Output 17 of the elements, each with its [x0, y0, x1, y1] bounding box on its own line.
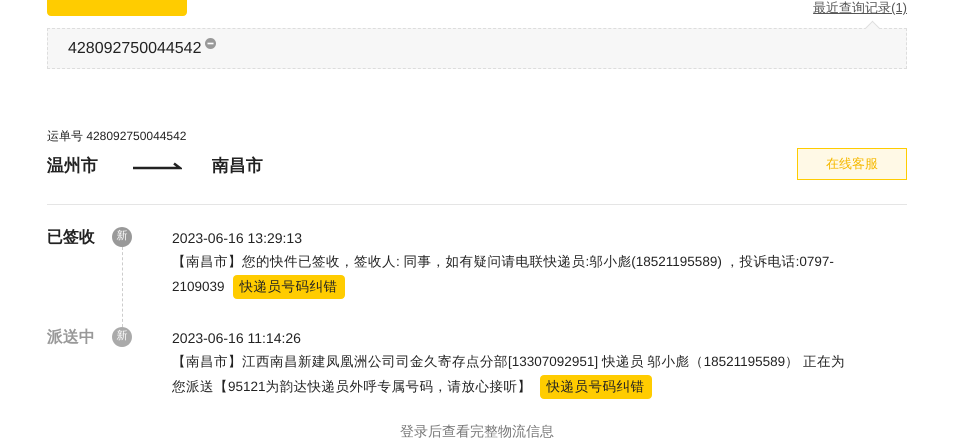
status-label: 已签收 — [47, 228, 96, 248]
destination-city: 南昌市 — [212, 155, 263, 177]
tracking-number: 428092750044542 — [68, 38, 202, 58]
remove-icon[interactable] — [205, 38, 216, 49]
new-badge: 新 — [112, 326, 132, 346]
status-label: 派送中 — [47, 328, 96, 348]
new-badge: 新 — [112, 226, 132, 246]
event-description: 【南昌市】您的快件已签收，签收人: 同事，如有疑问请电联快递员:邬小彪(18521195589) ，投诉电话:0797-2109039 快递员号码纠错 — [172, 248, 856, 298]
login-hint: 登录后查看完整物流信息 — [400, 422, 554, 440]
event-time: 2023-06-16 13:29:13 — [172, 228, 303, 248]
recent-queries-link[interactable]: 最近查询记录(1) — [813, 0, 907, 15]
origin-city: 温州市 — [47, 155, 99, 177]
waybill-number: 运单号 428092750044542 — [47, 128, 188, 145]
event-time: 2023-06-16 11:14:26 — [172, 328, 302, 348]
correction-button[interactable]: 快递员号码纠错 — [232, 274, 345, 298]
correction-button[interactable]: 快递员号码纠错 — [540, 374, 652, 398]
event-description: 【南昌市】江西南昌新建凤凰洲公司司金久寄存点分部[13307092951] 快递员 邬小彪（18521195589） 正在为您派送【95121为韵达快递员外呼专属号码，请放心接听】 快递员号码纠错 — [172, 348, 856, 398]
